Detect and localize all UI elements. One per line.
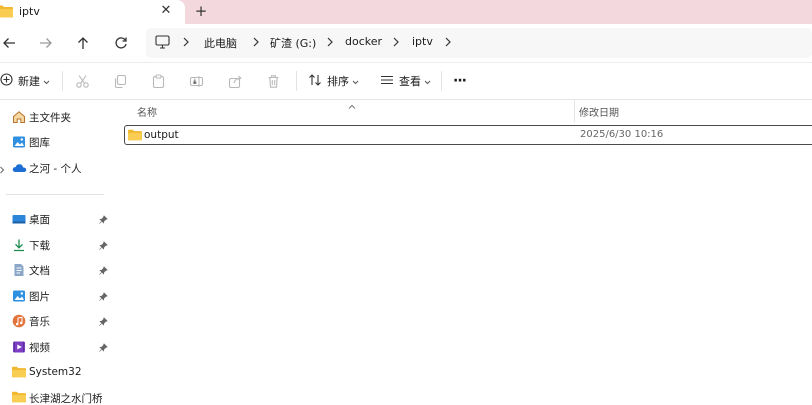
command-toolbar: 新建 排序 查看 ··· <box>0 62 812 100</box>
chevron-down-icon <box>352 75 359 88</box>
document-icon <box>12 263 26 280</box>
cut-icon[interactable] <box>75 72 90 90</box>
gallery-icon <box>12 135 26 152</box>
pictures-icon <box>12 289 26 306</box>
pin-icon[interactable] <box>99 291 108 304</box>
table-row[interactable]: output 2025/6/30 10:16 <box>124 125 812 145</box>
sidebar-item-desktop[interactable]: 桌面 <box>0 208 112 230</box>
sidebar-item-system32[interactable]: System32 <box>0 362 112 384</box>
sort-ascending-icon <box>348 100 356 113</box>
breadcrumb-this-pc[interactable]: 此电脑 <box>204 35 237 51</box>
breadcrumb-docker[interactable]: docker <box>345 35 382 48</box>
share-icon[interactable] <box>228 72 243 90</box>
download-icon <box>12 238 26 255</box>
music-icon <box>12 314 26 331</box>
plus-circle-icon <box>0 73 13 89</box>
column-header-name[interactable]: 名称 <box>137 104 157 119</box>
sort-arrows-icon <box>308 73 322 90</box>
title-bar: iptv ✕ + <box>0 0 812 24</box>
toolbar-divider <box>441 71 442 91</box>
forward-arrow-icon[interactable] <box>35 32 57 54</box>
navigation-pane: 主文件夹 图库 之河 - 个人 桌面 下载 文档 图片 音乐 视频 System… <box>0 100 112 405</box>
new-tab-button[interactable]: + <box>192 2 210 20</box>
column-header-row: 名称 修改日期 <box>112 100 812 122</box>
navigation-bar: 此电脑 矿渣 (G:) docker iptv <box>0 24 812 62</box>
chevron-right-icon[interactable] <box>326 36 334 51</box>
sidebar-item-changjinhu[interactable]: 长津湖之水门桥 <box>0 387 112 405</box>
sidebar-divider <box>6 194 104 195</box>
pin-icon[interactable] <box>99 316 108 329</box>
tab-iptv[interactable]: iptv ✕ <box>0 0 185 24</box>
view-button[interactable]: 查看 <box>380 72 431 90</box>
chevron-right-icon[interactable] <box>182 36 190 51</box>
chevron-down-icon <box>424 75 431 88</box>
rename-icon[interactable] <box>189 72 204 90</box>
new-button[interactable]: 新建 <box>0 72 50 90</box>
file-list: 名称 修改日期 output 2025/6/30 10:16 <box>112 100 812 405</box>
folder-icon <box>12 391 26 405</box>
sort-label: 排序 <box>327 75 349 88</box>
breadcrumb-drive-g[interactable]: 矿渣 (G:) <box>270 35 316 51</box>
sort-button[interactable]: 排序 <box>308 72 359 90</box>
sidebar-item-music[interactable]: 音乐 <box>0 310 112 332</box>
sidebar-item-downloads[interactable]: 下载 <box>0 234 112 256</box>
monitor-icon <box>155 35 170 52</box>
pin-icon[interactable] <box>99 265 108 278</box>
pin-icon[interactable] <box>99 240 108 253</box>
back-arrow-icon[interactable] <box>0 32 22 54</box>
sidebar-item-documents[interactable]: 文档 <box>0 259 112 281</box>
column-resize-handle[interactable] <box>574 100 575 122</box>
onedrive-cloud-icon <box>12 161 27 178</box>
file-name: output <box>144 129 179 141</box>
pin-icon[interactable] <box>99 342 108 355</box>
desktop-icon <box>12 212 26 229</box>
chevron-right-icon[interactable] <box>444 36 452 51</box>
chevron-right-icon[interactable] <box>0 164 5 177</box>
new-label: 新建 <box>18 75 40 88</box>
paste-icon[interactable] <box>151 72 166 90</box>
view-list-icon <box>380 73 394 90</box>
sidebar-item-gallery[interactable]: 图库 <box>0 131 112 153</box>
refresh-icon[interactable] <box>110 32 132 54</box>
pin-icon[interactable] <box>99 214 108 227</box>
up-arrow-icon[interactable] <box>72 32 94 54</box>
chevron-down-icon <box>43 75 50 88</box>
file-date-modified: 2025/6/30 10:16 <box>580 129 664 140</box>
sidebar-item-pictures[interactable]: 图片 <box>0 285 112 307</box>
folder-icon <box>0 5 13 21</box>
toolbar-divider <box>62 71 63 91</box>
folder-icon <box>12 366 26 381</box>
toolbar-divider <box>296 71 297 91</box>
view-label: 查看 <box>399 75 421 88</box>
tab-title: iptv <box>19 5 40 18</box>
close-icon[interactable]: ✕ <box>158 3 174 19</box>
home-icon <box>12 110 26 127</box>
delete-icon[interactable] <box>266 72 281 90</box>
chevron-right-icon[interactable] <box>392 36 400 51</box>
sidebar-item-home[interactable]: 主文件夹 <box>0 106 112 128</box>
sidebar-item-onedrive[interactable]: 之河 - 个人 <box>0 157 112 179</box>
folder-icon <box>128 129 142 144</box>
more-options-icon[interactable]: ··· <box>453 72 467 90</box>
chevron-right-icon[interactable] <box>252 36 260 51</box>
copy-icon[interactable] <box>113 72 128 90</box>
breadcrumb-iptv[interactable]: iptv <box>412 35 433 48</box>
sidebar-item-videos[interactable]: 视频 <box>0 336 112 358</box>
address-bar[interactable]: 此电脑 矿渣 (G:) docker iptv <box>146 28 812 58</box>
column-header-date-modified[interactable]: 修改日期 <box>579 104 619 119</box>
video-icon <box>12 340 26 357</box>
